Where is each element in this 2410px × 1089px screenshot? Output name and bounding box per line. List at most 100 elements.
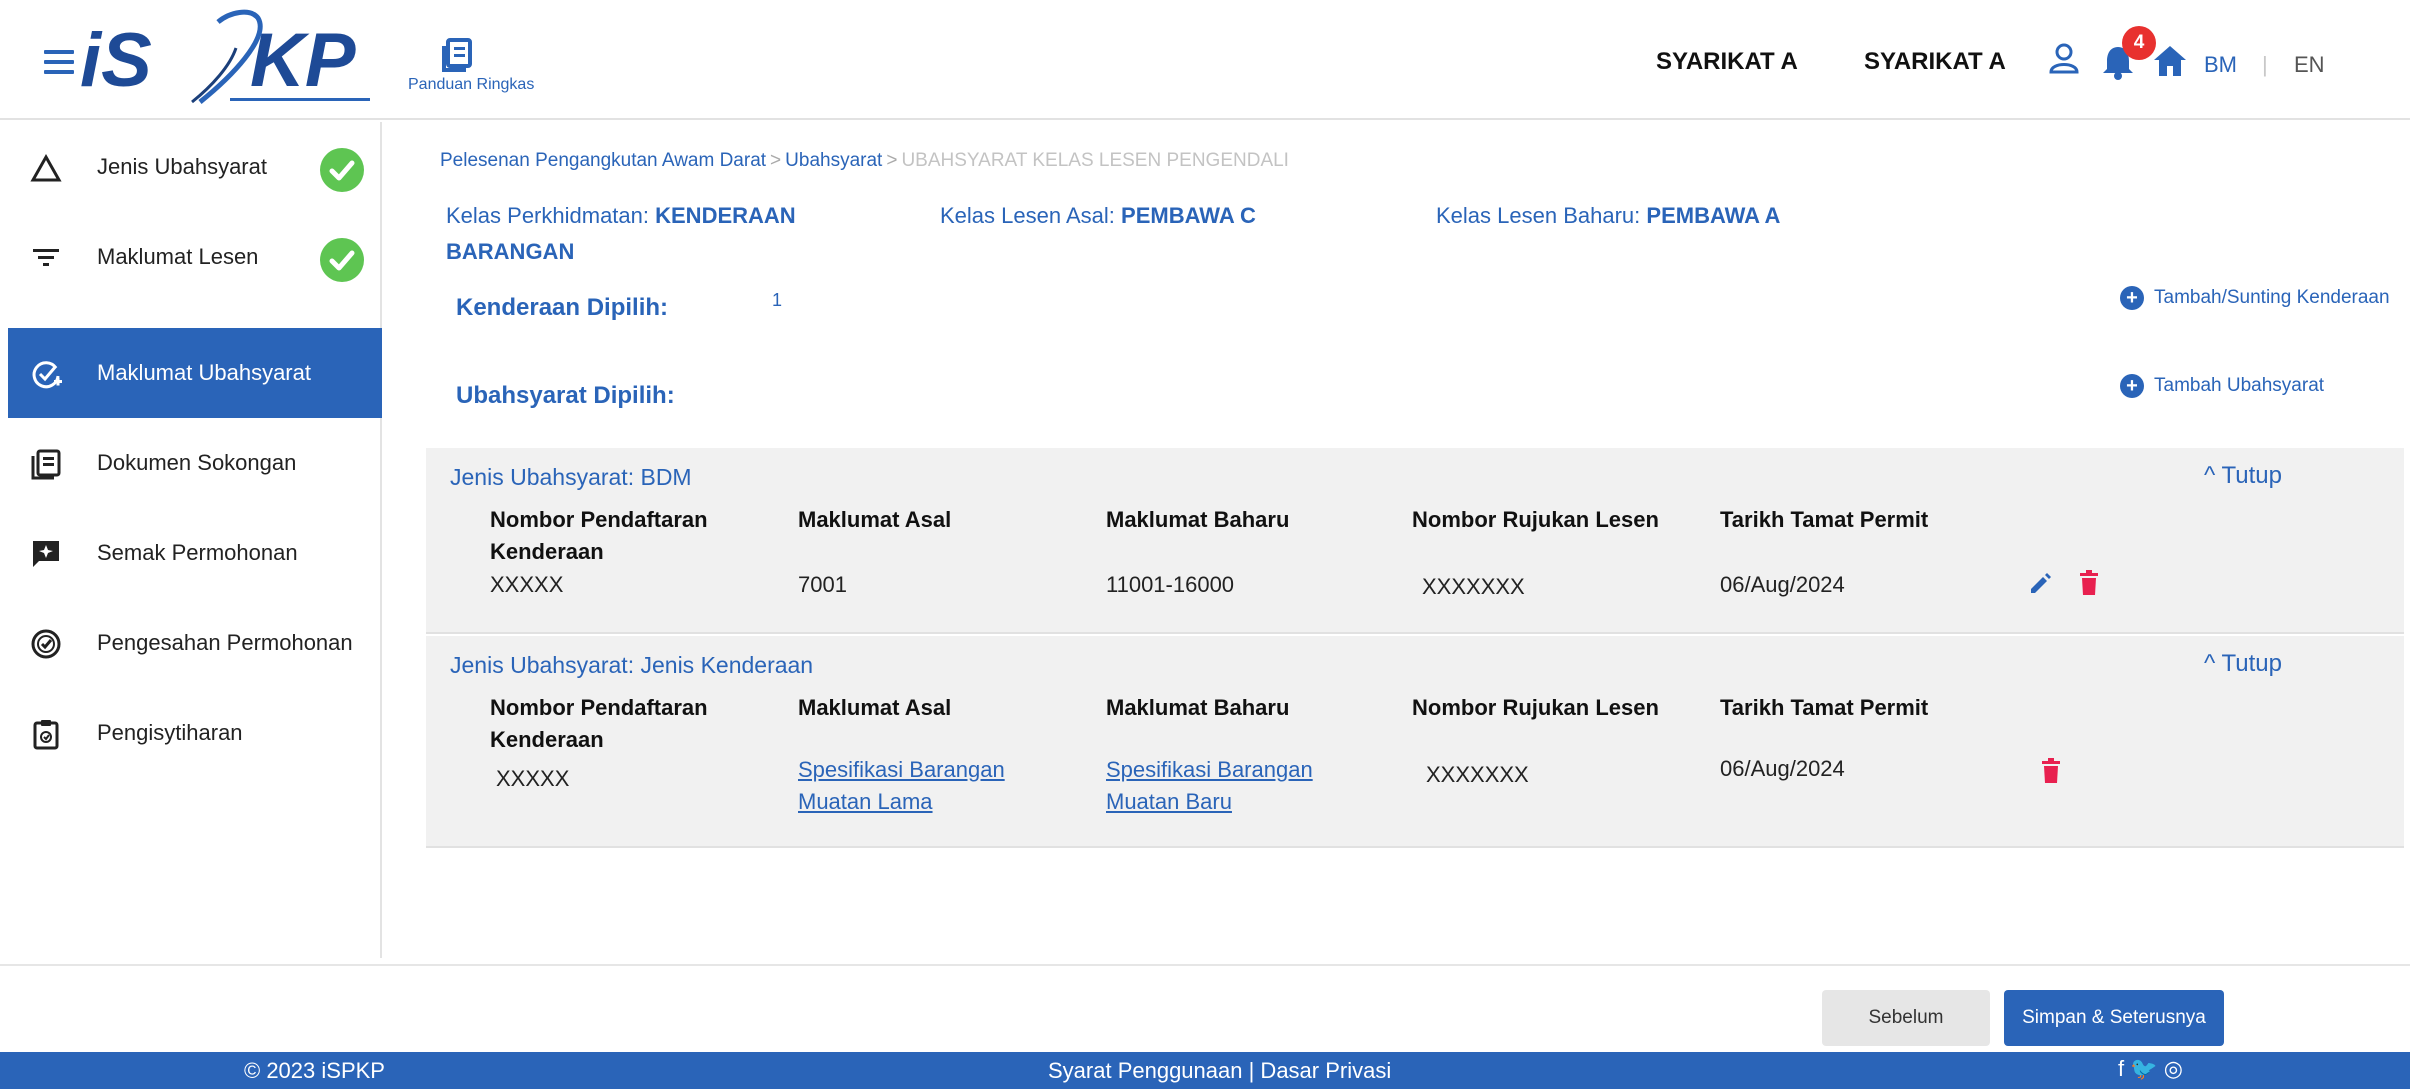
logo-text: iS — [80, 18, 152, 103]
new-license-value: PEMBAWA A — [1646, 203, 1781, 228]
sidebar-item-label: Maklumat Ubahsyarat — [97, 360, 311, 385]
breadcrumb-link-pelesenan[interactable]: Pelesenan Pengangkutan Awam Darat — [440, 150, 766, 171]
sidebar-item-pengisytiharan[interactable]: Pengisytiharan — [8, 688, 382, 778]
language-en-link[interactable]: EN — [2294, 52, 2325, 78]
col-header-new-info: Maklumat Baharu — [1106, 695, 1290, 720]
add-edit-vehicle-label: Tambah/Sunting Kenderaan — [2154, 287, 2390, 309]
add-condition-button[interactable]: + Tambah Ubahsyarat — [2120, 374, 2324, 398]
cell-reg-no: XXXXX — [490, 572, 564, 597]
breadcrumb-separator: > — [886, 150, 898, 171]
sidebar-item-label: Jenis Ubahsyarat — [97, 154, 267, 179]
col-header-license-ref: Nombor Rujukan Lesen — [1412, 507, 1659, 532]
ispkp-logo: iS KP — [80, 9, 370, 104]
breadcrumb: Pelesenan Pengangkutan Awam Darat > Ubahsy… — [440, 150, 1289, 172]
review-icon — [33, 541, 59, 567]
quick-guide-button[interactable]: Panduan Ringkas — [408, 38, 558, 108]
cell-orig-info: 7001 — [798, 572, 847, 597]
sidebar-item-maklumat-ubahsyarat[interactable]: Maklumat Ubahsyarat — [8, 328, 382, 418]
footer-social-icons[interactable]: f 🐦 ◎ — [2118, 1056, 2183, 1082]
user-profile-icon[interactable] — [2048, 42, 2080, 74]
breadcrumb-separator: > — [770, 150, 782, 171]
sidebar-item-label: Maklumat Lesen — [97, 244, 259, 269]
panel-collapse-toggle[interactable]: ^ Tutup — [2204, 462, 2282, 490]
language-bm-link[interactable]: BM — [2204, 52, 2237, 78]
panel-title: Jenis Ubahsyarat: Jenis Kenderaan — [450, 652, 814, 678]
condition-panel-jenis-kenderaan: Jenis Ubahsyarat: Jenis Kenderaan ^ Tutu… — [426, 636, 2404, 848]
orig-spec-link[interactable]: Spesifikasi Barangan Muatan Lama — [798, 754, 1005, 818]
completed-check-icon — [320, 238, 364, 282]
service-class-value: KENDERAAN — [655, 203, 796, 228]
original-license-info: Kelas Lesen Asal: PEMBAWA C — [940, 198, 1256, 234]
selected-vehicles-count: 1 — [772, 290, 783, 310]
sidebar-item-label: Dokumen Sokongan — [97, 450, 297, 475]
check-add-icon — [32, 361, 62, 389]
panel-collapse-toggle[interactable]: ^ Tutup — [2204, 650, 2282, 678]
edit-pencil-icon[interactable] — [2028, 570, 2054, 596]
service-class-info: Kelas Perkhidmatan: KENDERAAN BARANGAN — [446, 198, 796, 270]
selected-conditions-label: Ubahsyarat Dipilih: — [456, 382, 675, 409]
save-next-button[interactable]: Simpan & Seterusnya — [2004, 990, 2224, 1046]
col-header-new-info: Maklumat Baharu — [1106, 507, 1290, 532]
new-spec-link[interactable]: Spesifikasi Barangan Muatan Baru — [1106, 754, 1313, 818]
service-class-value-cont: BARANGAN — [446, 239, 575, 264]
menu-icon[interactable] — [44, 50, 74, 74]
condition-panel-bdm: Jenis Ubahsyarat: BDM ^ Tutup Nombor Pen… — [426, 448, 2404, 634]
panel-title: Jenis Ubahsyarat: BDM — [450, 464, 692, 490]
col-header-reg-no: Nombor Pendaftaran Kenderaan — [490, 507, 708, 564]
sidebar-item-maklumat-lesen[interactable]: Maklumat Lesen — [8, 212, 382, 302]
cell-license-ref: XXXXXXX — [1426, 762, 1529, 787]
sidebar-item-label: Semak Permohonan — [97, 540, 298, 565]
back-button[interactable]: Sebelum — [1822, 990, 1990, 1046]
cell-license-ref: XXXXXXX — [1422, 574, 1525, 599]
clipboard-icon — [33, 720, 59, 750]
sidebar-item-label: Pengisytiharan — [97, 720, 243, 745]
footer: © 2023 iSPKP Syarat Penggunaan | Dasar P… — [0, 1052, 2410, 1089]
step-sidebar: Jenis Ubahsyarat Maklumat Lesen Maklumat… — [0, 122, 382, 958]
sidebar-item-semak-permohonan[interactable]: Semak Permohonan — [8, 508, 382, 598]
add-circle-icon: + — [2120, 286, 2144, 310]
company-name-secondary: SYARIKAT A — [1864, 48, 2006, 75]
notification-badge: 4 — [2122, 26, 2156, 60]
verified-icon — [31, 629, 61, 659]
service-class-label: Kelas Perkhidmatan: — [446, 203, 649, 228]
col-header-reg-no: Nombor Pendaftaran Kenderaan — [490, 695, 708, 752]
add-circle-icon: + — [2120, 374, 2144, 398]
top-header: iS KP Panduan Ringkas SYARIKAT A SYARIKA… — [0, 0, 2410, 120]
triangle-icon — [30, 153, 62, 182]
selected-vehicles-label: Kenderaan Dipilih: — [456, 294, 669, 321]
col-header-orig-info: Maklumat Asal — [798, 507, 952, 532]
breadcrumb-link-ubahsyarat[interactable]: Ubahsyarat — [785, 150, 882, 171]
cell-reg-no: XXXXX — [496, 766, 570, 791]
filter-icon — [33, 249, 59, 266]
document-icon — [31, 449, 61, 480]
footer-copyright: © 2023 iSPKP — [244, 1058, 385, 1083]
sidebar-item-dokumen-sokongan[interactable]: Dokumen Sokongan — [8, 418, 382, 508]
delete-trash-icon[interactable] — [2078, 570, 2100, 596]
completed-check-icon — [320, 148, 364, 192]
original-license-value: PEMBAWA C — [1121, 203, 1256, 228]
svg-text:KP: KP — [250, 18, 356, 103]
breadcrumb-current: UBAHSYARAT KELAS LESEN PENGENDALI — [901, 150, 1289, 171]
original-license-label: Kelas Lesen Asal: — [940, 203, 1115, 228]
sidebar-item-jenis-ubahsyarat[interactable]: Jenis Ubahsyarat — [8, 122, 382, 212]
cell-permit-expiry: 06/Aug/2024 — [1720, 572, 1845, 597]
new-license-info: Kelas Lesen Baharu: PEMBAWA A — [1436, 198, 1780, 234]
sidebar-item-label: Pengesahan Permohonan — [97, 630, 353, 655]
language-separator: | — [2262, 52, 2268, 77]
col-header-permit-expiry: Tarikh Tamat Permit — [1720, 695, 1929, 720]
add-edit-vehicle-button[interactable]: + Tambah/Sunting Kenderaan — [2120, 286, 2390, 310]
company-name: SYARIKAT A — [1656, 48, 1798, 75]
footer-terms-privacy-links[interactable]: Syarat Penggunaan | Dasar Privasi — [1048, 1058, 1391, 1084]
guide-book-icon — [442, 38, 472, 72]
col-header-permit-expiry: Tarikh Tamat Permit — [1720, 507, 1929, 532]
sidebar-item-pengesahan-permohonan[interactable]: Pengesahan Permohonan — [8, 598, 382, 688]
add-condition-label: Tambah Ubahsyarat — [2154, 375, 2325, 397]
col-header-license-ref: Nombor Rujukan Lesen — [1412, 695, 1659, 720]
home-icon[interactable] — [2152, 44, 2188, 78]
delete-trash-icon[interactable] — [2040, 758, 2062, 784]
bottom-divider — [0, 964, 2410, 966]
cell-permit-expiry: 06/Aug/2024 — [1720, 756, 1845, 781]
col-header-orig-info: Maklumat Asal — [798, 695, 952, 720]
new-license-label: Kelas Lesen Baharu: — [1436, 203, 1641, 228]
quick-guide-label: Panduan Ringkas — [408, 76, 535, 93]
